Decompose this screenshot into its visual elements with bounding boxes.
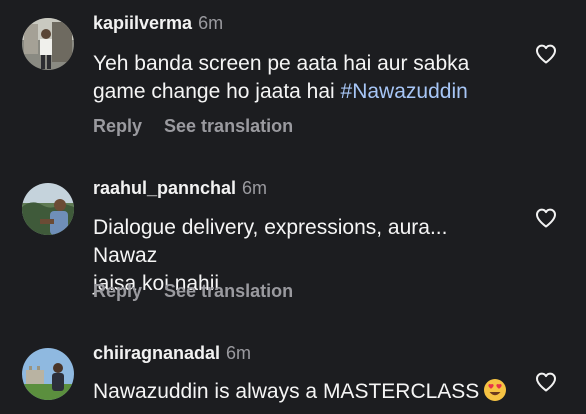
- heart-outline-icon[interactable]: [534, 370, 558, 394]
- hashtag-link[interactable]: #Nawazuddin: [341, 80, 468, 103]
- username[interactable]: chiiragnanadal: [93, 343, 220, 364]
- comment-header: chiiragnanadal 6m: [93, 343, 251, 367]
- timestamp: 6m: [226, 343, 252, 363]
- heart-outline-icon[interactable]: [534, 42, 558, 66]
- see-translation-button[interactable]: See translation: [164, 116, 293, 137]
- comment-text-line: Dialogue delivery, expressions, aura... …: [93, 216, 448, 267]
- reply-button[interactable]: Reply: [93, 116, 142, 137]
- avatar[interactable]: [22, 183, 74, 235]
- avatar[interactable]: [22, 348, 74, 400]
- comment-actions: Reply See translation: [93, 116, 293, 137]
- comment-text-line: game change ho jaata hai: [93, 80, 341, 103]
- username[interactable]: kapiilverma: [93, 13, 192, 34]
- comment-text: Nawazuddin is always a MASTERCLASS: [93, 378, 513, 410]
- comment-header: kapiilverma 6m: [93, 13, 223, 37]
- comment-header: raahul_pannchal 6m: [93, 178, 267, 202]
- comment-actions: Reply See translation: [93, 281, 293, 302]
- comment-text: Yeh banda screen pe aata hai aur sabka g…: [93, 50, 513, 106]
- timestamp: 6m: [242, 178, 268, 198]
- username[interactable]: raahul_pannchal: [93, 178, 236, 199]
- heart-eyes-emoji-icon: [483, 378, 507, 410]
- timestamp: 6m: [198, 13, 224, 33]
- avatar[interactable]: [22, 18, 74, 70]
- comment-text-line: Yeh banda screen pe aata hai aur sabka: [93, 52, 470, 75]
- comment-text-line: Nawazuddin is always a MASTERCLASS: [93, 380, 480, 403]
- see-translation-button[interactable]: See translation: [164, 281, 293, 302]
- heart-outline-icon[interactable]: [534, 206, 558, 230]
- reply-button[interactable]: Reply: [93, 281, 142, 302]
